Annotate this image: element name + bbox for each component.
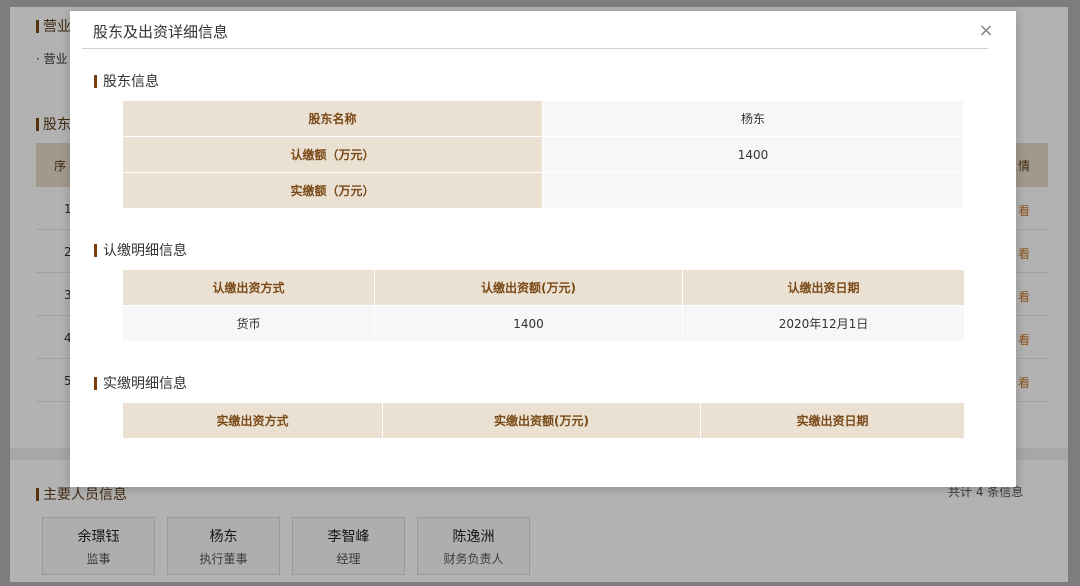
table-header-row: 实缴出资方式 实缴出资额(万元) 实缴出资日期 — [122, 402, 965, 439]
section-paid-details: 实缴明细信息 — [94, 373, 187, 393]
column-header: 实缴出资日期 — [700, 402, 965, 439]
column-header: 认缴出资日期 — [682, 269, 965, 306]
modal-header-divider — [82, 48, 988, 49]
shareholder-info-table: 股东名称 杨东 认缴额（万元） 1400 实缴额（万元） — [122, 100, 964, 209]
paid-details-table: 实缴出资方式 实缴出资额(万元) 实缴出资日期 — [122, 402, 965, 439]
modal-title: 股东及出资详细信息 — [93, 23, 229, 41]
section-bar-icon — [94, 376, 97, 390]
section-bar-icon — [94, 243, 97, 257]
table-row: 股东名称 杨东 — [122, 100, 964, 137]
table-cell: 1400 — [374, 305, 683, 342]
table-row: 认缴额（万元） 1400 — [122, 136, 964, 173]
column-header: 实缴出资方式 — [122, 402, 383, 439]
close-icon[interactable]: × — [976, 21, 996, 41]
field-label: 认缴额（万元） — [122, 136, 543, 173]
column-header: 实缴出资额(万元) — [382, 402, 701, 439]
section-bar-icon — [94, 74, 97, 88]
column-header: 认缴出资额(万元) — [374, 269, 683, 306]
shareholder-detail-modal: 股东及出资详细信息 × 股东信息 股东名称 杨东 认缴额（万元） 1400 实缴… — [70, 11, 1016, 487]
column-header: 认缴出资方式 — [122, 269, 375, 306]
table-cell: 货币 — [122, 305, 375, 342]
field-value — [542, 172, 964, 209]
section-shareholder-info: 股东信息 — [94, 71, 159, 91]
field-label: 股东名称 — [122, 100, 543, 137]
table-row: 货币 1400 2020年12月1日 — [122, 305, 965, 342]
section-subscribed-details-title: 认缴明细信息 — [103, 243, 187, 259]
subscribed-details-table: 认缴出资方式 认缴出资额(万元) 认缴出资日期 货币 1400 2020年12月… — [122, 269, 965, 342]
table-cell: 2020年12月1日 — [682, 305, 965, 342]
section-shareholder-info-title: 股东信息 — [103, 74, 159, 90]
table-row: 实缴额（万元） — [122, 172, 964, 209]
field-value: 1400 — [542, 136, 964, 173]
field-value: 杨东 — [542, 100, 964, 137]
section-paid-details-title: 实缴明细信息 — [103, 376, 187, 392]
section-subscribed-details: 认缴明细信息 — [94, 240, 187, 260]
table-header-row: 认缴出资方式 认缴出资额(万元) 认缴出资日期 — [122, 269, 965, 306]
field-label: 实缴额（万元） — [122, 172, 543, 209]
